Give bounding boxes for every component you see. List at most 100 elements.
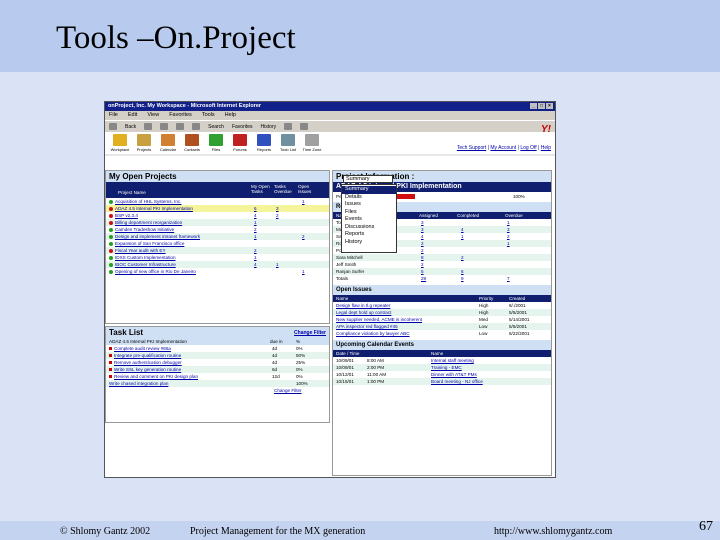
favorites-button[interactable]: Favorites (232, 124, 253, 130)
resource-completed[interactable]: 4 (461, 227, 464, 232)
project-overdue[interactable]: 3 (276, 206, 279, 211)
event-row[interactable]: 10/09/01 8:00 AM Internal staff meeting (333, 357, 551, 364)
resource-completed[interactable]: 2 (461, 255, 464, 260)
resource-assigned[interactable]: 2 (421, 248, 424, 253)
task-name[interactable]: Write chased integration plan (109, 381, 168, 386)
project-issues[interactable]: 2 (302, 234, 305, 239)
task-change-filter[interactable]: Change Filter (294, 330, 326, 336)
issue-name[interactable]: Compliance violation by lawyer ABC (336, 331, 410, 336)
project-info-select[interactable]: Summary (343, 175, 393, 183)
resource-completed[interactable]: 1 (461, 234, 464, 239)
issue-row[interactable]: APA inspector red flagged #45 Low 5/5/2001 (333, 323, 551, 330)
dropdown-option[interactable]: Discussions (345, 224, 393, 232)
project-row[interactable]: BSP v2.3.4 4 2 (106, 212, 329, 219)
resource-assigned[interactable]: 8 (421, 255, 424, 260)
event-row[interactable]: 10/15/01 1:00 PM Board meeting - NJ office (333, 378, 551, 385)
menu-edit[interactable]: Edit (128, 112, 137, 119)
project-tasks[interactable]: 2 (254, 248, 257, 253)
issue-row[interactable]: Design flaw in tl.g repeater High 6/./2001 (333, 302, 551, 309)
menu-favorites[interactable]: Favorites (169, 112, 192, 119)
project-name[interactable]: ADAZ 4.5 Internal PKI Implementation (109, 206, 193, 211)
project-name[interactable]: BSP v2.3.4 (109, 213, 138, 218)
task-row[interactable]: Complete audit review #66a 4d 0% (106, 345, 329, 352)
link-log-off[interactable]: Log Off (520, 145, 536, 151)
project-row[interactable]: Billing department reorganization 1 (106, 219, 329, 226)
minimize-icon[interactable]: _ (530, 103, 537, 109)
task-row[interactable]: Write chased integration plan 100% (106, 380, 329, 387)
resource-row[interactable]: Ranjan Surfer 5 6 (333, 268, 551, 275)
event-name[interactable]: Dinner with AT&T PMs (431, 372, 477, 377)
tool-reports[interactable]: Reports (253, 134, 275, 152)
link-tech-support[interactable]: Tech Support (457, 145, 486, 151)
project-name[interactable]: Fiscal Year audit with EY (109, 248, 166, 253)
menu-view[interactable]: View (147, 112, 159, 119)
tool-calendar[interactable]: Calendar (157, 134, 179, 152)
issue-name[interactable]: Legal dept hold up contract (336, 310, 391, 315)
project-row[interactable]: IBOC Customer Infrastructure 4 1 (106, 261, 329, 268)
resource-completed[interactable]: 6 (461, 269, 464, 274)
resource-overdue[interactable]: 1 (507, 220, 510, 225)
project-name[interactable]: Billing department reorganization (109, 220, 182, 225)
project-tasks[interactable]: 1 (254, 220, 257, 225)
resource-overdue[interactable]: 2 (507, 234, 510, 239)
tool-workplace[interactable]: Workplace (109, 134, 131, 152)
project-overdue[interactable]: 2 (276, 213, 279, 218)
project-tasks[interactable]: 4 (254, 213, 257, 218)
project-tasks[interactable]: 6 (254, 206, 257, 211)
project-issues[interactable]: 1 (302, 199, 305, 204)
issue-name[interactable]: Design flaw in tl.g repeater (336, 303, 390, 308)
task-name[interactable]: Complete audit review #66a (109, 346, 171, 351)
dropdown-option[interactable]: Details (345, 194, 393, 202)
resource-assigned[interactable]: 5 (421, 269, 424, 274)
home-icon[interactable] (192, 123, 201, 130)
event-name[interactable]: Training - EMC (431, 365, 462, 370)
resource-assigned[interactable]: 3 (421, 220, 424, 225)
task-name[interactable]: Remove authentication debugger (109, 360, 182, 365)
print-icon[interactable] (300, 123, 309, 130)
project-row[interactable]: Expansion of San Francisco office (106, 240, 329, 247)
tool-todo[interactable]: Todo List (277, 134, 299, 152)
back-icon[interactable] (109, 123, 117, 130)
resource-overdue[interactable]: 1 (507, 241, 510, 246)
stop-icon[interactable] (160, 123, 169, 130)
project-name[interactable]: Opening of new office in Rio De Janeiro (109, 269, 196, 274)
project-name[interactable]: Expansion of San Francisco office (109, 241, 184, 246)
link-my-account[interactable]: My Account (490, 145, 516, 151)
task-row[interactable]: Write SSL key generation routine 6d 0% (106, 366, 329, 373)
back-button[interactable]: Back (125, 124, 136, 130)
project-row[interactable]: Opening of new office in Rio De Janeiro 1 (106, 268, 329, 275)
task-row[interactable]: Review and comment on PKI design plan 12d… (106, 373, 329, 380)
history-button[interactable]: History (261, 124, 277, 130)
project-name[interactable]: IBOC Customer Infrastructure (109, 262, 176, 267)
project-issues[interactable]: 1 (302, 269, 305, 274)
issue-row[interactable]: New supplier needed, ACME is incoherent M… (333, 316, 551, 323)
issue-name[interactable]: APA inspector red flagged #45 (336, 324, 398, 329)
maximize-icon[interactable]: □ (538, 103, 545, 109)
task-row[interactable]: Remove authentication debugger 4d 25% (106, 359, 329, 366)
forward-icon[interactable] (144, 123, 153, 130)
tool-forums[interactable]: Forums (229, 134, 251, 152)
resource-row[interactable]: Totals 29 9 7 (333, 275, 551, 282)
project-name[interactable]: IDXS Custom Implementation (109, 255, 176, 260)
dropdown-option[interactable]: History (345, 239, 393, 247)
refresh-icon[interactable] (176, 123, 185, 130)
project-row[interactable]: Camden Tradeshow Initiative 2 (106, 226, 329, 233)
project-tasks[interactable]: 1 (254, 234, 257, 239)
resource-overdue[interactable]: 3 (507, 227, 510, 232)
project-tasks[interactable]: 4 (254, 262, 257, 267)
tool-projects[interactable]: Projects (133, 134, 155, 152)
project-name[interactable]: Acquisition of HHL Systems, Inc. (109, 199, 181, 204)
resource-assigned[interactable]: 29 (421, 276, 426, 281)
resource-overdue[interactable]: 7 (507, 276, 510, 281)
event-row[interactable]: 10/09/01 2:00 PM Training - EMC (333, 364, 551, 371)
project-row[interactable]: IDXS Custom Implementation 1 (106, 254, 329, 261)
link-help[interactable]: Help (541, 145, 551, 151)
task-name[interactable]: Write SSL key generation routine (109, 367, 181, 372)
task-change-filter-bottom[interactable]: Change Filter (274, 388, 302, 393)
menu-help[interactable]: Help (225, 112, 236, 119)
tool-files[interactable]: Files (205, 134, 227, 152)
dropdown-option[interactable]: Events (345, 216, 393, 224)
project-overdue[interactable]: 1 (276, 262, 279, 267)
project-row[interactable]: ADAZ 4.5 Internal PKI Implementation 6 3 (106, 205, 329, 212)
task-row[interactable]: Integrate pre-qualification routine 4d 50% (106, 352, 329, 359)
